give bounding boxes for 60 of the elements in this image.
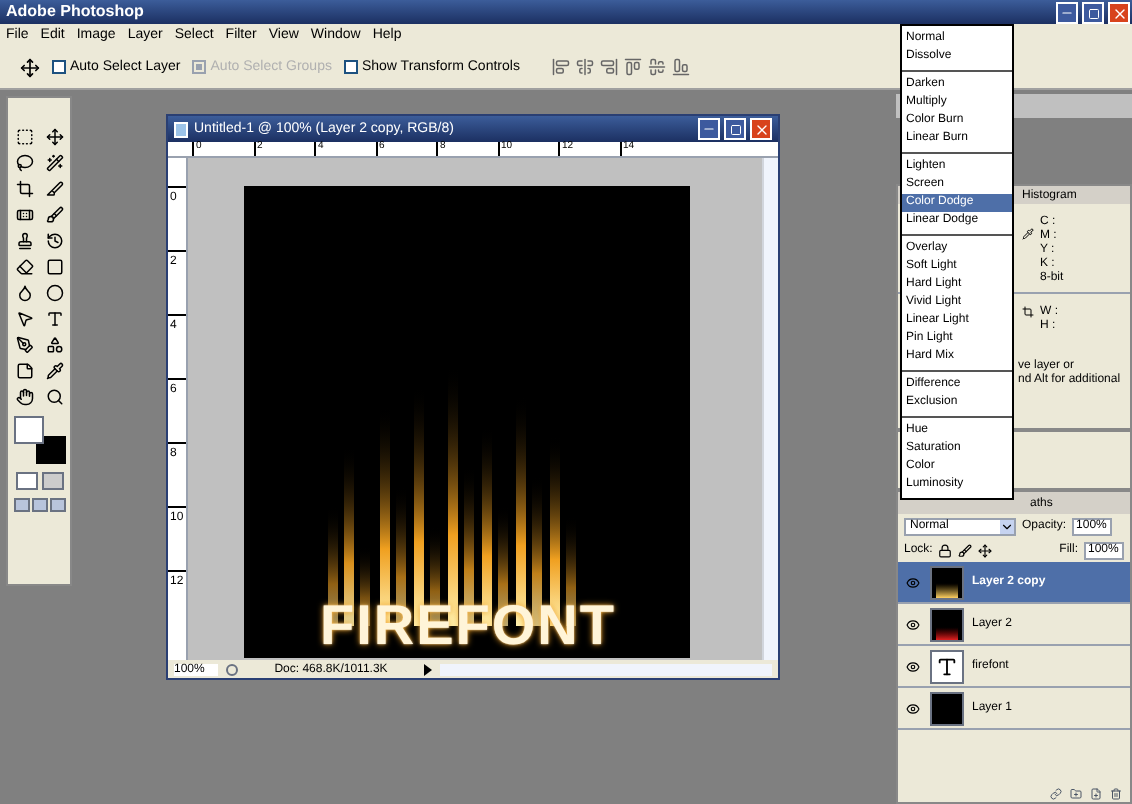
document-icon: [174, 121, 188, 137]
layer-thumbnail: [930, 607, 964, 641]
layer-thumbnail: [930, 691, 964, 725]
close-icon: [1111, 5, 1127, 21]
move-tool[interactable]: [41, 126, 67, 148]
text-layer-thumbnail: [930, 649, 964, 683]
canvas-text: FIREFONT: [320, 598, 616, 654]
hand-tool[interactable]: [11, 386, 37, 408]
align-icon[interactable]: [647, 58, 666, 76]
brush-icon[interactable]: [958, 543, 973, 557]
maximize-icon: [1087, 7, 1099, 19]
window-title: Adobe Photoshop: [6, 4, 144, 20]
close-icon: [753, 121, 769, 137]
folder-icon[interactable]: [1070, 787, 1082, 799]
eye-icon[interactable]: [905, 617, 919, 631]
chevron-down-icon: [1000, 519, 1014, 533]
background-color-swatch[interactable]: [35, 436, 65, 464]
foreground-color-swatch[interactable]: [13, 416, 43, 444]
bandage-tool[interactable]: [11, 204, 37, 226]
minimize-button[interactable]: [1056, 2, 1078, 24]
checkbox[interactable]: [52, 60, 66, 74]
trash-icon[interactable]: [1110, 787, 1122, 799]
circle-tool[interactable]: [41, 282, 67, 304]
eye-icon[interactable]: [905, 701, 919, 715]
align-icon[interactable]: [575, 58, 594, 76]
crop-tool[interactable]: [11, 178, 37, 200]
align-icon[interactable]: [551, 58, 570, 76]
close-button[interactable]: [750, 118, 772, 140]
align-icon[interactable]: [671, 58, 690, 76]
new-layer-icon[interactable]: [1090, 787, 1102, 799]
minimize-button[interactable]: [698, 118, 720, 140]
eyedropper-icon: [1022, 228, 1034, 240]
magic-wand-tool[interactable]: [41, 152, 67, 174]
maximize-button[interactable]: [1082, 2, 1104, 24]
minimize-icon: [702, 122, 716, 136]
crop-icon: [1022, 306, 1034, 318]
move-tool-icon[interactable]: [20, 57, 40, 77]
knife-tool[interactable]: [41, 178, 67, 200]
layer-thumbnail: [930, 565, 964, 599]
move-icon[interactable]: [978, 543, 993, 557]
info-icon: [226, 663, 238, 675]
link-icon[interactable]: [1050, 787, 1062, 799]
pen-tool[interactable]: [11, 334, 37, 356]
quick-mask-button[interactable]: [41, 472, 63, 490]
brush-tool[interactable]: [41, 204, 67, 226]
maximize-button[interactable]: [724, 118, 746, 140]
status-arrow-icon[interactable]: [424, 663, 432, 675]
vertical-scrollbar[interactable]: [762, 158, 778, 660]
horizontal-scrollbar[interactable]: [440, 663, 772, 675]
align-icon[interactable]: [623, 58, 642, 76]
maximize-icon: [729, 123, 741, 135]
lock-icon[interactable]: [938, 543, 953, 557]
close-button[interactable]: [1108, 2, 1130, 24]
eraser-tool[interactable]: [11, 256, 37, 278]
standard-mode-button[interactable]: [15, 472, 37, 490]
align-icon[interactable]: [599, 58, 618, 76]
minimize-icon: [1060, 6, 1074, 20]
eye-icon[interactable]: [905, 659, 919, 673]
lasso-tool[interactable]: [11, 152, 37, 174]
checkbox[interactable]: [343, 60, 358, 74]
